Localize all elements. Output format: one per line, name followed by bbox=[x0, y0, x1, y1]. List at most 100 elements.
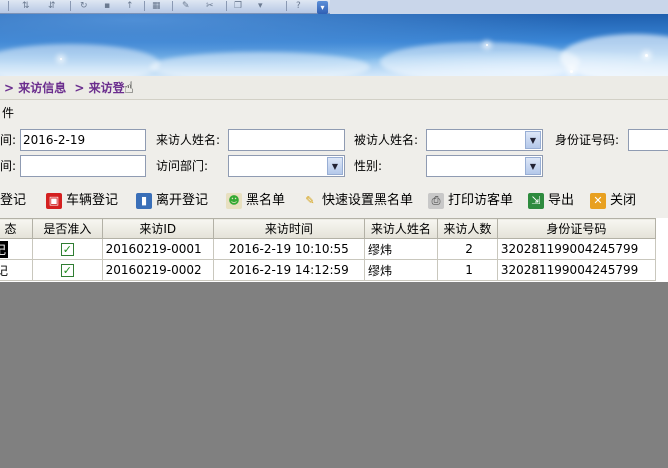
leave-time-label: 间: bbox=[0, 159, 17, 173]
help-icon[interactable]: ? bbox=[296, 1, 301, 12]
register-label: 登记 bbox=[0, 193, 27, 208]
toolbar-separator bbox=[8, 1, 9, 11]
toolbar-separator bbox=[286, 1, 287, 11]
visitor-name-label: 来访人姓名: bbox=[156, 133, 221, 147]
printer-icon: ⎙ bbox=[428, 193, 444, 209]
visitor-count-cell[interactable]: 2 bbox=[436, 238, 498, 260]
column-header[interactable]: 是否准入 bbox=[32, 218, 103, 239]
print-label: 打印访客单 bbox=[448, 193, 514, 208]
visitor-name-cell[interactable]: 缪炜 bbox=[364, 259, 438, 281]
leave-register-button[interactable]: ▮ 离开登记 bbox=[136, 188, 208, 214]
visitor-count-cell[interactable]: 1 bbox=[436, 259, 498, 281]
chevron-down-icon[interactable]: ▼ bbox=[525, 131, 541, 149]
table-header-row: 态 是否准入 来访ID 来访时间 来访人姓名 来访人数 身份证号码 bbox=[0, 218, 657, 239]
breadcrumb: > 来访信息 > 来访登 bbox=[0, 76, 668, 100]
table-row[interactable]: 记 ✓ 20160219-0001 2016-2-19 10:10:55 缪炜 … bbox=[0, 238, 657, 260]
pencil-icon: ✎ bbox=[305, 194, 315, 207]
leave-time-input[interactable] bbox=[20, 155, 146, 177]
table-row[interactable]: 记 ✓ 20160219-0002 2016-2-19 14:12:59 缪炜 … bbox=[0, 259, 657, 281]
close-icon: ✕ bbox=[590, 193, 606, 209]
status-cell[interactable]: 记 bbox=[0, 238, 34, 260]
visit-id-cell[interactable]: 20160219-0001 bbox=[101, 238, 214, 260]
sparkle-icon bbox=[486, 44, 488, 46]
door-icon: ▮ bbox=[136, 193, 152, 209]
visit-id-cell[interactable]: 20160219-0002 bbox=[101, 259, 214, 281]
visit-time-label: 间: bbox=[0, 133, 17, 147]
allowed-checkbox[interactable]: ✓ bbox=[60, 243, 74, 256]
grid-icon[interactable]: ▦ bbox=[152, 1, 161, 12]
blacklist-label: 黑名单 bbox=[246, 193, 286, 208]
section-label: 件 bbox=[2, 106, 15, 120]
column-header[interactable]: 来访时间 bbox=[212, 218, 366, 239]
sort-asc-icon[interactable]: ⇅ bbox=[22, 1, 30, 12]
visitor-table: 态 是否准入 来访ID 来访时间 来访人姓名 来访人数 身份证号码 记 ✓ 20… bbox=[0, 218, 657, 281]
column-header[interactable]: 来访ID bbox=[101, 218, 214, 239]
visited-person-select[interactable]: ▼ bbox=[426, 129, 543, 151]
vehicle-icon: ▣ bbox=[46, 193, 62, 209]
breadcrumb-item[interactable]: > 来访登 bbox=[74, 81, 124, 95]
quick-blacklist-button[interactable]: ✎ 快速设置黑名单 bbox=[302, 188, 413, 214]
visit-time-cell[interactable]: 2016-2-19 10:10:55 bbox=[212, 238, 366, 260]
id-number-cell[interactable]: 320281199004245799 bbox=[496, 238, 657, 260]
up-icon[interactable]: ↑ bbox=[126, 1, 134, 12]
visitor-name-cell[interactable]: 缪炜 bbox=[364, 238, 438, 260]
top-toolbar: ⇅ ⇵ ↻ ▪ ↑ ▦ ✎ ✂ ❐ ▾ ? ▾ bbox=[0, 0, 668, 14]
status-cell[interactable]: 记 bbox=[0, 259, 34, 281]
allowed-checkbox[interactable]: ✓ bbox=[60, 264, 74, 277]
allowed-cell[interactable]: ✓ bbox=[32, 259, 103, 281]
id-number-label: 身份证号码: bbox=[555, 133, 620, 147]
quick-blacklist-label: 快速设置黑名单 bbox=[322, 193, 414, 208]
sparkle-icon bbox=[645, 54, 648, 57]
visitor-name-input[interactable] bbox=[228, 129, 345, 151]
visit-time-cell[interactable]: 2016-2-19 14:12:59 bbox=[212, 259, 366, 281]
department-select[interactable]: ▼ bbox=[228, 155, 345, 177]
print-visitor-slip-button[interactable]: ⎙ 打印访客单 bbox=[428, 188, 513, 214]
id-number-cell[interactable]: 320281199004245799 bbox=[496, 259, 657, 281]
toolbar-separator bbox=[226, 1, 227, 11]
vehicle-register-button[interactable]: ▣ 车辆登记 bbox=[46, 188, 118, 214]
column-header[interactable]: 来访人姓名 bbox=[364, 218, 438, 239]
dropdown-icon[interactable]: ▾ bbox=[258, 1, 263, 12]
sparkle-icon bbox=[60, 58, 62, 60]
toolbar-separator bbox=[144, 1, 145, 11]
people-icon: ☻ bbox=[226, 193, 242, 209]
leave-label: 离开登记 bbox=[156, 193, 209, 208]
chevron-down-icon[interactable]: ▼ bbox=[525, 157, 541, 175]
column-header[interactable]: 身份证号码 bbox=[496, 218, 657, 239]
action-toolbar: 登记 ▣ 车辆登记 ▮ 离开登记 ☻ 黑名单 ✎ 快速设置黑名单 ⎙ 打印访客单… bbox=[0, 188, 668, 216]
close-label: 关闭 bbox=[610, 193, 637, 208]
sparkle-icon bbox=[570, 70, 573, 73]
pen-icon[interactable]: ✎ bbox=[182, 1, 190, 12]
sort-desc-icon[interactable]: ⇵ bbox=[48, 1, 56, 12]
header-banner bbox=[0, 14, 668, 76]
department-label: 访问部门: bbox=[156, 159, 209, 173]
blacklist-button[interactable]: ☻ 黑名单 bbox=[226, 188, 285, 214]
vehicle-label: 车辆登记 bbox=[66, 193, 119, 208]
column-header[interactable]: 来访人数 bbox=[436, 218, 498, 239]
export-label: 导出 bbox=[548, 193, 575, 208]
toolbar-overflow-icon[interactable]: ▾ bbox=[317, 1, 328, 14]
hand-cursor-icon: ☝ bbox=[124, 78, 134, 97]
breadcrumb-item[interactable]: > 来访信息 bbox=[4, 81, 66, 95]
export-button[interactable]: ⇲ 导出 bbox=[528, 188, 574, 214]
visitor-grid: 态 是否准入 来访ID 来访时间 来访人姓名 来访人数 身份证号码 记 ✓ 20… bbox=[0, 218, 668, 282]
toolbar-separator bbox=[172, 1, 173, 11]
export-icon: ⇲ bbox=[528, 193, 544, 209]
allowed-cell[interactable]: ✓ bbox=[32, 238, 103, 260]
refresh-icon[interactable]: ↻ bbox=[80, 1, 88, 12]
cut-icon[interactable]: ✂ bbox=[206, 1, 214, 12]
visit-time-input[interactable]: 2016-2-19 bbox=[20, 129, 146, 151]
column-header[interactable]: 态 bbox=[0, 218, 34, 239]
toolbar-background bbox=[330, 0, 668, 14]
save-icon[interactable]: ▪ bbox=[104, 1, 110, 12]
status-badge: 记 bbox=[0, 240, 9, 258]
chevron-down-icon[interactable]: ▼ bbox=[327, 157, 343, 175]
copy-icon[interactable]: ❐ bbox=[234, 1, 242, 12]
visited-person-label: 被访人姓名: bbox=[354, 133, 419, 147]
id-number-input[interactable] bbox=[628, 129, 668, 151]
register-button[interactable]: 登记 bbox=[0, 188, 26, 214]
gender-label: 性别: bbox=[354, 159, 383, 173]
close-button[interactable]: ✕ 关闭 bbox=[590, 188, 636, 214]
gender-select[interactable]: ▼ bbox=[426, 155, 543, 177]
toolbar-separator bbox=[70, 1, 71, 11]
